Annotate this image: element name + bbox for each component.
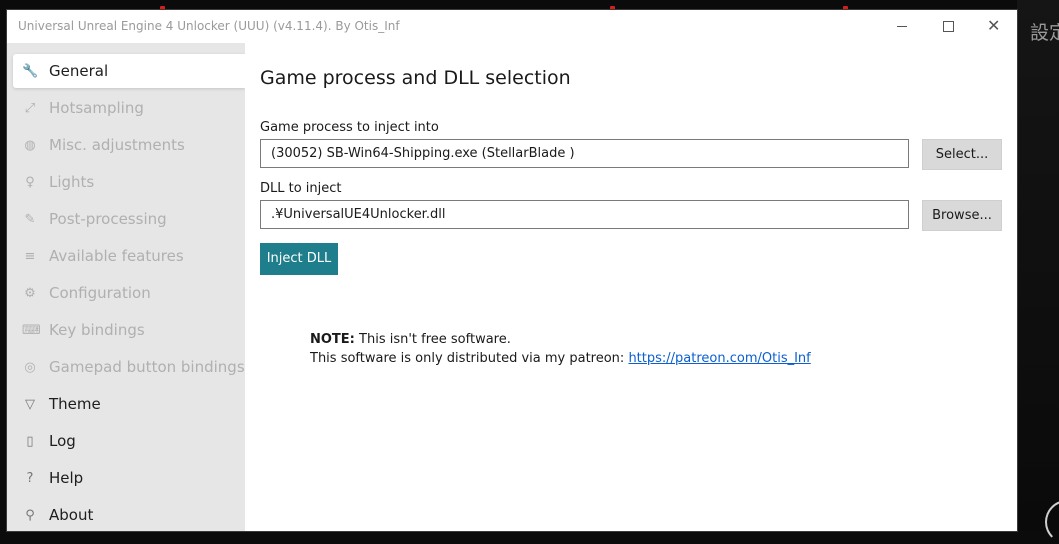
dll-input[interactable]: .¥UniversalUE4Unlocker.dll xyxy=(260,200,909,229)
sidebar-item-label: Post-processing xyxy=(49,210,167,228)
sidebar-item-available-features[interactable]: ≡ Available features xyxy=(13,239,245,273)
sidebar-item-gamepad-button-bindings[interactable]: ◎ Gamepad button bindings xyxy=(13,350,245,384)
question-icon: ? xyxy=(26,470,34,486)
note-distribution-text: This software is only distributed via my… xyxy=(310,351,629,366)
window-title: Universal Unreal Engine 4 Unlocker (UUU)… xyxy=(18,19,400,33)
browse-dll-button[interactable]: Browse... xyxy=(922,200,1002,231)
keyboard-icon: ⌨ xyxy=(22,322,41,338)
select-process-button[interactable]: Select... xyxy=(922,139,1002,170)
sidebar-item-label: About xyxy=(49,506,94,524)
sidebar-item-label: General xyxy=(49,62,109,80)
wrench-icon: 🔧 xyxy=(22,63,39,79)
sidebar-item-label: Misc. adjustments xyxy=(49,136,185,154)
globe-icon: ◍ xyxy=(24,137,36,153)
gamepad-icon: ◎ xyxy=(24,359,36,375)
maximize-button[interactable] xyxy=(925,10,971,43)
note-line-1: NOTE: This isn't free software. xyxy=(310,330,811,349)
list-icon: ≡ xyxy=(24,248,36,264)
sidebar-item-general[interactable]: 🔧 General xyxy=(13,54,245,88)
sidebar-item-label: Hotsampling xyxy=(49,99,144,117)
sidebar-item-label: Gamepad button bindings xyxy=(49,358,245,376)
page-title: Game process and DLL selection xyxy=(260,67,571,89)
minimize-icon xyxy=(897,26,907,27)
sidebar-item-label: Configuration xyxy=(49,284,151,302)
gear-icon: ⚙ xyxy=(24,285,36,301)
sidebar-item-help[interactable]: ? Help xyxy=(13,461,245,495)
close-icon: ✕ xyxy=(987,16,1001,35)
minimize-button[interactable] xyxy=(879,10,925,43)
resize-icon: ⤢ xyxy=(24,100,36,116)
desktop-background xyxy=(1017,0,1059,531)
patreon-link[interactable]: https://patreon.com/Otis_Inf xyxy=(628,351,810,366)
sidebar-item-about[interactable]: ⚲ About xyxy=(13,498,245,531)
sidebar-item-theme[interactable]: ▽ Theme xyxy=(13,387,245,421)
process-label: Game process to inject into xyxy=(260,120,439,135)
sidebar-item-label: Theme xyxy=(49,395,101,413)
background-app-text: 設定 xyxy=(1030,22,1059,44)
sidebar: 🔧 General ⤢ Hotsampling ◍ Misc. adjustme… xyxy=(7,43,245,531)
sidebar-item-key-bindings[interactable]: ⌨ Key bindings xyxy=(13,313,245,347)
maximize-icon xyxy=(943,21,954,32)
close-button[interactable]: ✕ xyxy=(971,10,1017,43)
sidebar-item-label: Help xyxy=(49,469,84,487)
sidebar-item-label: Key bindings xyxy=(49,321,145,339)
note-text: This isn't free software. xyxy=(354,332,511,347)
brush-icon: ✎ xyxy=(24,211,36,227)
dll-label: DLL to inject xyxy=(260,181,342,196)
app-window: Universal Unreal Engine 4 Unlocker (UUU)… xyxy=(7,10,1017,531)
sidebar-item-configuration[interactable]: ⚙ Configuration xyxy=(13,276,245,310)
sidebar-item-lights[interactable]: ♀ Lights xyxy=(13,165,245,199)
license-note: NOTE: This isn't free software. This sof… xyxy=(310,330,811,368)
people-icon: ⚲ xyxy=(25,507,35,523)
title-bar[interactable]: Universal Unreal Engine 4 Unlocker (UUU)… xyxy=(7,10,1017,43)
note-line-2: This software is only distributed via my… xyxy=(310,349,811,368)
sidebar-item-hotsampling[interactable]: ⤢ Hotsampling xyxy=(13,91,245,125)
main-content: Game process and DLL selection Game proc… xyxy=(245,43,1017,531)
sidebar-item-label: Log xyxy=(49,432,76,450)
sidebar-item-misc-adjustments[interactable]: ◍ Misc. adjustments xyxy=(13,128,245,162)
bucket-icon: ▽ xyxy=(25,396,35,412)
note-prefix: NOTE: xyxy=(310,332,355,347)
sidebar-item-log[interactable]: ▯ Log xyxy=(13,424,245,458)
sidebar-item-label: Lights xyxy=(49,173,95,191)
sidebar-item-post-processing[interactable]: ✎ Post-processing xyxy=(13,202,245,236)
document-icon: ▯ xyxy=(26,433,34,449)
sidebar-item-label: Available features xyxy=(49,247,184,265)
inject-dll-button[interactable]: Inject DLL xyxy=(260,243,338,275)
lightbulb-icon: ♀ xyxy=(25,174,35,190)
process-input[interactable]: (30052) SB-Win64-Shipping.exe (StellarBl… xyxy=(260,139,909,168)
